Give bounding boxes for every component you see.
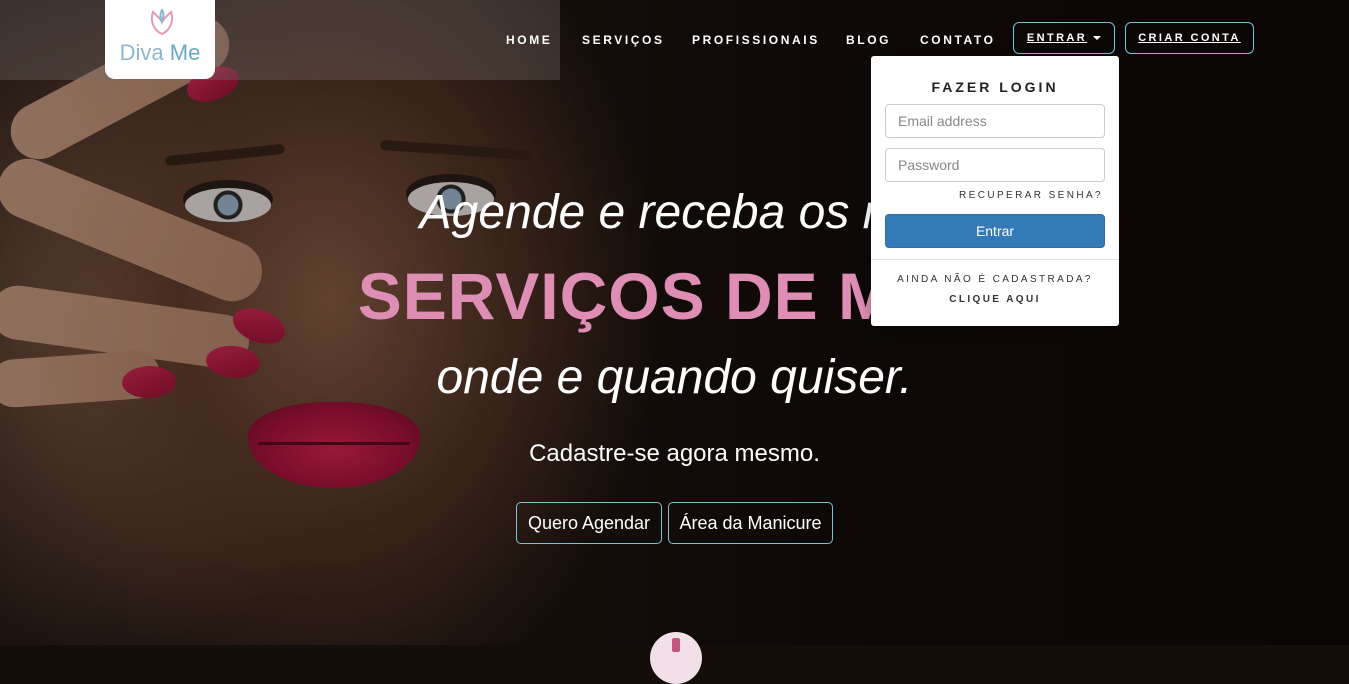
hero-headline-2: SERVIÇOS DE MAN [357, 259, 992, 333]
recover-password-link[interactable]: RECUPERAR SENHA? [959, 190, 1103, 201]
not-registered-text: AINDA NÃO É CADASTRADA? [897, 274, 1093, 285]
divider [871, 259, 1119, 260]
signup-button-label: CRIAR CONTA [1138, 32, 1241, 44]
nav-servicos[interactable]: SERVIÇOS [582, 33, 665, 47]
hero-subtitle: Cadastre-se agora mesmo. [529, 440, 820, 467]
register-link[interactable]: CLIQUE AQUI [871, 294, 1119, 305]
login-title: FAZER LOGIN [931, 79, 1059, 95]
hero-headline-3: onde e quando quiser. [436, 351, 913, 404]
login-dropdown-button[interactable]: ENTRAR [1013, 22, 1115, 54]
caret-down-icon [1093, 36, 1102, 40]
nav-profissionais[interactable]: PROFISSIONAIS [692, 33, 820, 47]
nav-blog[interactable]: BLOG [846, 33, 891, 47]
login-submit-button[interactable]: Entrar [885, 214, 1105, 248]
nail-polish-icon[interactable] [650, 632, 702, 684]
signup-button[interactable]: CRIAR CONTA [1125, 22, 1254, 54]
login-button-label: ENTRAR [1026, 32, 1088, 44]
password-field[interactable] [885, 148, 1105, 182]
email-field[interactable] [885, 104, 1105, 138]
quero-agendar-button[interactable]: Quero Agendar [516, 502, 662, 544]
nav-contato[interactable]: CONTATO [920, 33, 996, 47]
area-manicure-button[interactable]: Área da Manicure [668, 502, 833, 544]
hero-headline-1: Agende e receba os me [419, 186, 930, 239]
nav-home[interactable]: HOME [506, 33, 552, 47]
login-dropdown: FAZER LOGIN RECUPERAR SENHA? Entrar AIND… [871, 56, 1119, 326]
